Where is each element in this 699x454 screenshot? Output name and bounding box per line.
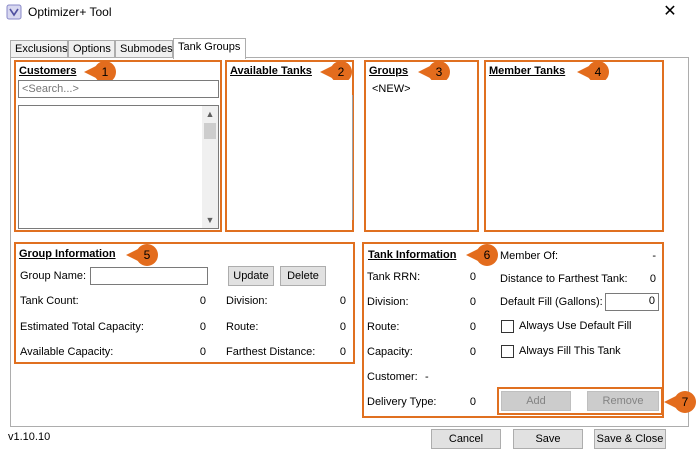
version-label: v1.10.10 [8, 431, 51, 443]
marker-5: 5 [126, 244, 158, 266]
farthest-distance-value: 0 [339, 346, 346, 358]
farthest-distance-label: Farthest Distance: [226, 346, 316, 358]
cancel-button[interactable]: Cancel [431, 429, 501, 449]
route-value: 0 [339, 321, 346, 333]
add-button[interactable]: Add [501, 391, 571, 411]
tank-rrn-value: 0 [469, 271, 476, 283]
marker-7: 7 [664, 391, 696, 413]
available-capacity-label: Available Capacity: [20, 346, 114, 358]
route-label: Route: [226, 321, 259, 333]
tank-route-label: Route: [367, 321, 400, 333]
tank-division-label: Division: [367, 296, 409, 308]
default-fill-label: Default Fill (Gallons): [500, 296, 603, 308]
tank-customer-value: - [425, 371, 429, 383]
tank-count-value: 0 [199, 295, 206, 307]
available-capacity-value: 0 [199, 346, 206, 358]
member-tanks-title: Member Tanks [489, 65, 566, 77]
available-tanks-list[interactable] [229, 80, 350, 228]
tab-exclusions[interactable]: Exclusions [10, 40, 68, 58]
delivery-type-label: Delivery Type: [367, 396, 437, 408]
available-tanks-title: Available Tanks [230, 65, 312, 77]
divider [352, 95, 353, 220]
distance-farthest-label: Distance to Farthest Tank: [500, 273, 628, 285]
groups-list[interactable]: <NEW> [368, 80, 475, 228]
customer-search-input[interactable] [18, 80, 219, 98]
remove-button[interactable]: Remove [587, 391, 659, 411]
tank-customer-label: Customer: [367, 371, 418, 383]
default-fill-input[interactable]: 0 [605, 293, 659, 311]
scroll-thumb[interactable] [204, 123, 216, 139]
tank-rrn-label: Tank RRN: [367, 271, 421, 283]
member-tanks-list[interactable] [488, 80, 660, 228]
tank-route-value: 0 [469, 321, 476, 333]
app-logo-icon [6, 4, 22, 20]
member-of-label: Member Of: [500, 250, 559, 262]
delete-button[interactable]: Delete [280, 266, 326, 286]
always-default-fill-label: Always Use Default Fill [519, 320, 632, 332]
close-icon[interactable]: ✕ [660, 2, 680, 22]
group-name-input[interactable] [90, 267, 208, 285]
tab-tank-groups[interactable]: Tank Groups [173, 38, 246, 59]
member-of-value: - [652, 250, 656, 262]
division-label: Division: [226, 295, 268, 307]
update-button[interactable]: Update [228, 266, 274, 286]
tab-options[interactable]: Options [68, 40, 115, 58]
distance-farthest-value: 0 [649, 273, 656, 285]
title-bar: Optimizer+ Tool ✕ [0, 0, 699, 26]
list-item[interactable]: <NEW> [372, 83, 411, 95]
always-default-fill-checkbox[interactable] [501, 320, 514, 333]
tank-capacity-label: Capacity: [367, 346, 413, 358]
always-fill-tank-checkbox[interactable] [501, 345, 514, 358]
scroll-up-icon[interactable]: ▲ [202, 106, 218, 122]
groups-title: Groups [369, 65, 409, 77]
tank-info-title: Tank Information [368, 249, 457, 261]
tank-division-value: 0 [469, 296, 476, 308]
tank-count-label: Tank Count: [20, 295, 79, 307]
window-title: Optimizer+ Tool [28, 5, 112, 19]
delivery-type-value: 0 [469, 396, 476, 408]
customers-title: Customers [19, 65, 77, 77]
customer-list-scrollbar[interactable]: ▲ ▼ [202, 106, 218, 228]
save-button[interactable]: Save [513, 429, 583, 449]
tank-capacity-value: 0 [469, 346, 476, 358]
always-fill-tank-label: Always Fill This Tank [519, 345, 621, 357]
est-capacity-value: 0 [199, 321, 206, 333]
group-name-label: Group Name: [20, 270, 87, 282]
scroll-down-icon[interactable]: ▼ [202, 212, 218, 228]
group-info-title: Group Information [19, 248, 116, 260]
marker-6: 6 [466, 244, 498, 266]
est-capacity-label: Estimated Total Capacity: [20, 321, 144, 333]
division-value: 0 [339, 295, 346, 307]
tab-submodes[interactable]: Submodes [115, 40, 173, 58]
customer-list[interactable]: ▲ ▼ [18, 105, 219, 229]
save-close-button[interactable]: Save & Close [594, 429, 666, 449]
